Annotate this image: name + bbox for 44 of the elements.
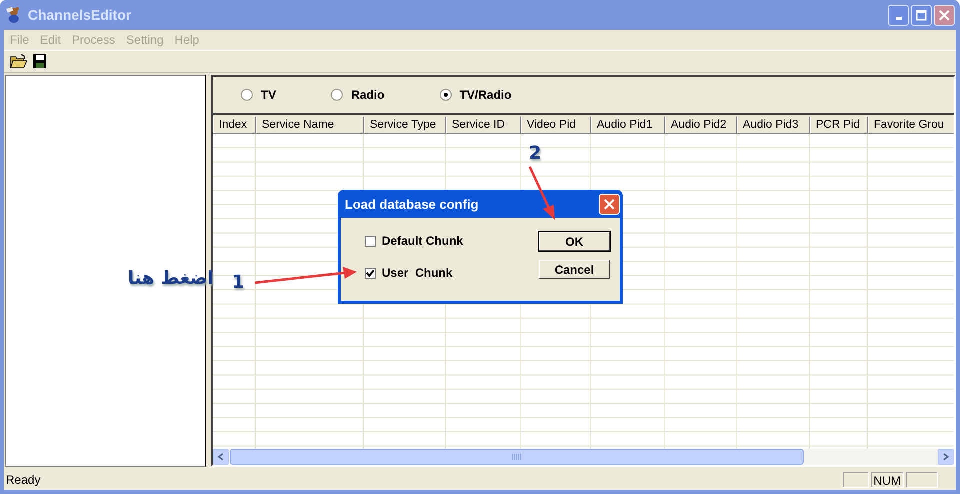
minimize-icon xyxy=(896,16,902,20)
checkbox[interactable] xyxy=(365,236,376,246)
column-header[interactable]: Audio Pid1 xyxy=(591,117,665,134)
radio-label: Radio xyxy=(351,88,385,102)
status-text: Ready xyxy=(5,473,42,487)
num-lock-indicator: NUM xyxy=(870,472,904,488)
radio-label: TV xyxy=(261,88,276,102)
status-pane xyxy=(842,472,869,488)
column-header[interactable]: Service Name xyxy=(256,117,364,134)
column-header[interactable]: Favorite Grou xyxy=(868,117,954,134)
radio-button[interactable] xyxy=(331,89,344,101)
column-header[interactable]: Audio Pid2 xyxy=(665,117,737,134)
close-icon xyxy=(939,10,950,20)
maximize-icon xyxy=(916,10,927,20)
scroll-thumb[interactable] xyxy=(230,449,804,465)
status-pane xyxy=(906,472,938,488)
checkbox[interactable] xyxy=(365,268,376,278)
column-header[interactable]: Video Pid xyxy=(521,117,591,134)
scroll-right-button[interactable] xyxy=(938,449,954,465)
dialog-title: Load database config xyxy=(345,196,479,212)
checkbox-label: Default Chunk xyxy=(382,234,464,248)
column-header[interactable]: Service ID xyxy=(446,117,521,134)
close-icon xyxy=(604,198,615,210)
window-title: ChannelsEditor xyxy=(28,7,132,23)
step-number: 1 xyxy=(232,272,245,293)
close-button[interactable] xyxy=(934,4,955,26)
column-header[interactable]: PCR Pid xyxy=(810,117,868,134)
grip-icon xyxy=(512,454,522,460)
minimize-button[interactable] xyxy=(888,4,909,26)
step-number: 2 xyxy=(529,143,542,164)
checkbox-label: User Chunk xyxy=(382,266,453,280)
cancel-button[interactable]: Cancel xyxy=(539,260,610,279)
column-header[interactable]: Service Type xyxy=(364,117,446,134)
column-header[interactable]: Audio Pid3 xyxy=(737,117,810,134)
ok-button[interactable]: OK xyxy=(539,232,610,251)
column-header[interactable]: Index xyxy=(213,117,256,134)
scroll-left-button[interactable] xyxy=(213,449,229,465)
maximize-button[interactable] xyxy=(911,4,932,26)
open-folder-icon[interactable] xyxy=(10,54,28,69)
bear-icon xyxy=(6,7,22,23)
radio-button[interactable] xyxy=(241,89,253,101)
radio-label: TV/Radio xyxy=(460,88,512,102)
annotation-arrow xyxy=(528,166,555,220)
radio-button[interactable] xyxy=(440,89,452,101)
